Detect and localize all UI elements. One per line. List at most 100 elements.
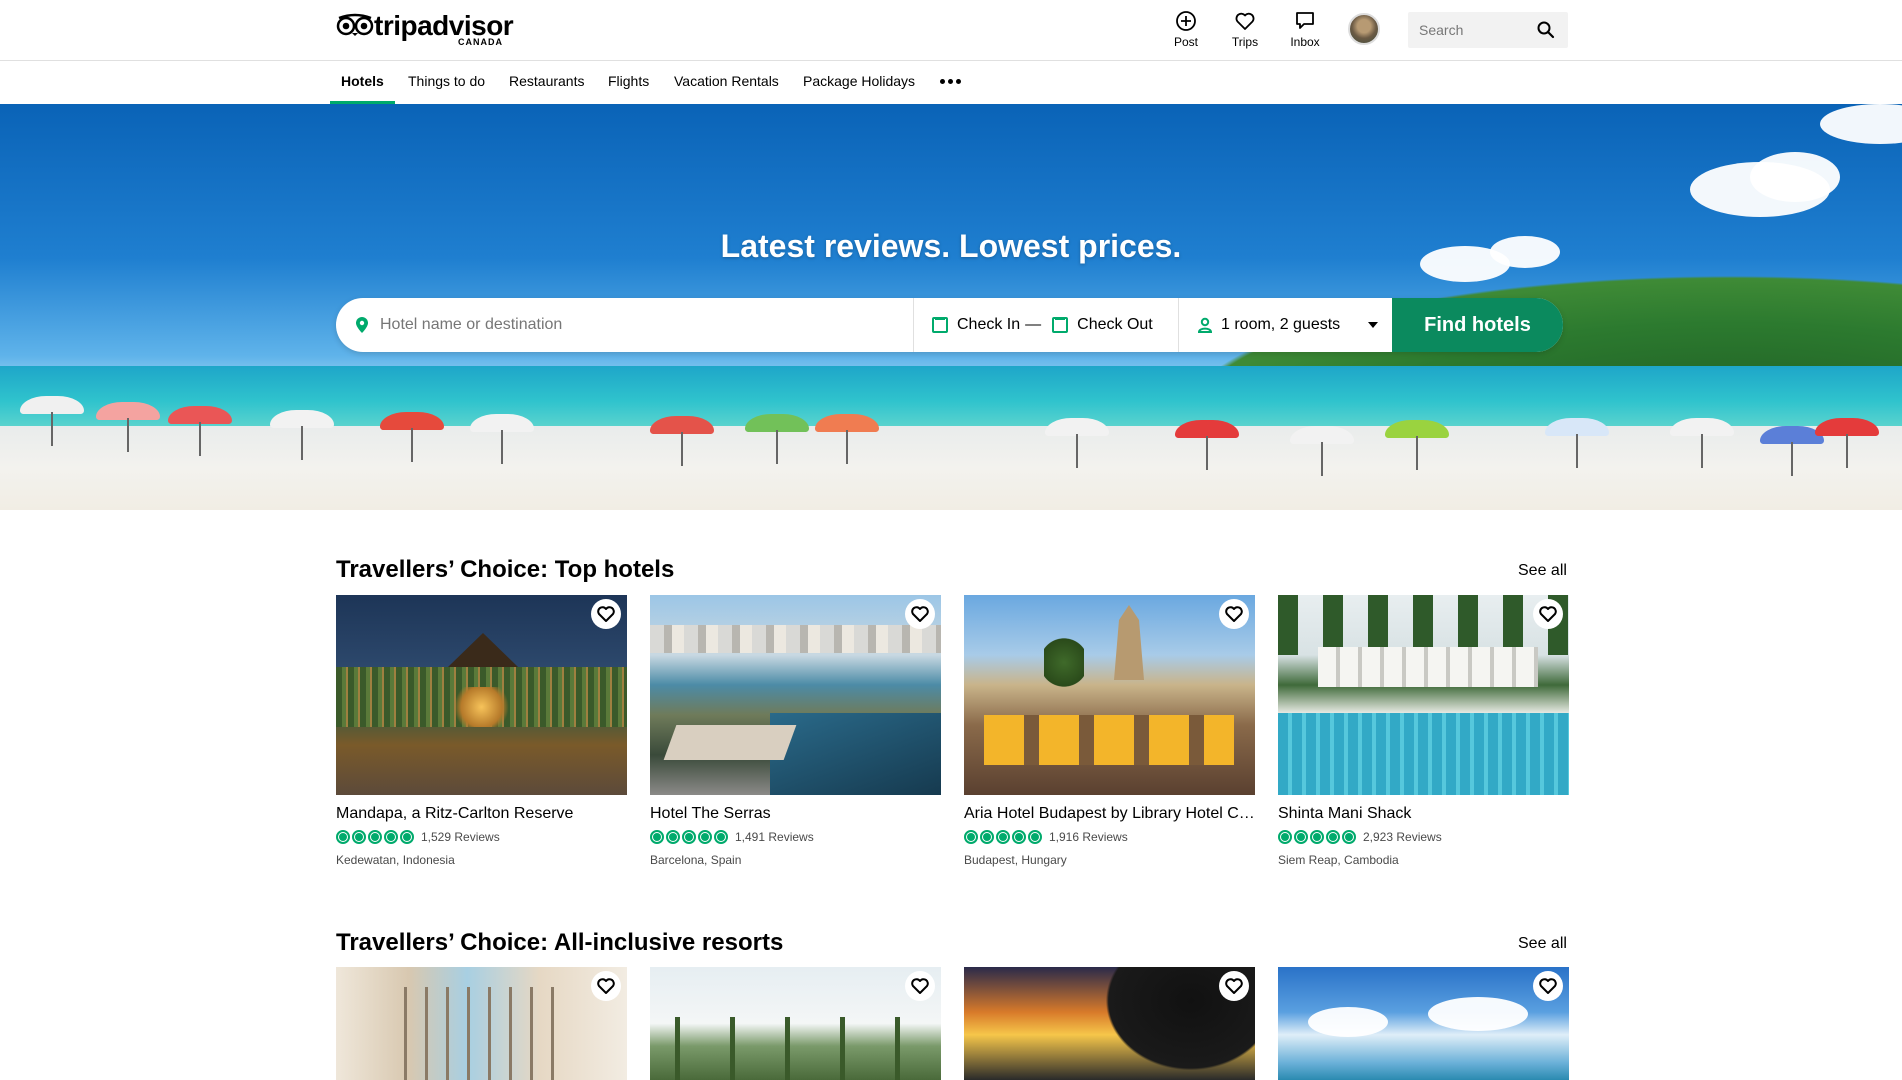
destination-input[interactable]: Hotel name or destination [380,316,562,334]
hotel-photo[interactable] [1278,595,1569,795]
entrance-light-decoration [454,687,509,727]
chevron-down-icon [1368,322,1378,328]
hotel-name[interactable]: Shinta Mani Shack [1278,805,1569,823]
heart-icon [597,606,615,622]
umbrella-decoration [380,412,444,462]
user-avatar[interactable] [1348,13,1380,45]
hotel-location: Kedewatan, Indonesia [336,853,455,867]
resort-card[interactable] [1278,967,1569,1080]
umbrella-decoration [815,414,879,464]
nav-restaurants[interactable]: Restaurants [509,61,584,104]
heart-icon [911,606,929,622]
hotel-name[interactable]: Hotel The Serras [650,805,941,823]
see-all-resorts-link[interactable]: See all [1518,935,1567,953]
hotel-name[interactable]: Aria Hotel Budapest by Library Hotel Col… [964,805,1255,823]
nav-hotels[interactable]: Hotels [330,61,395,104]
umbrella-decoration [745,414,809,464]
search-icon[interactable] [1536,20,1556,40]
hotel-card[interactable]: Mandapa, a Ritz-Carlton Reserve 1,529 Re… [336,595,627,867]
category-nav: Hotels Things to do Restaurants Flights … [0,61,1902,104]
find-hotels-button[interactable]: Find hotels [1392,298,1563,352]
umbrella-decoration [650,416,714,466]
calendar-icon [932,317,948,333]
palm-trees-decoration [650,1017,941,1080]
hotel-photo[interactable] [650,595,941,795]
guests-selector[interactable]: 1 room, 2 guests [1179,298,1392,352]
umbrella-decoration [270,410,334,460]
umbrella-decoration [1175,420,1239,470]
cathedral-decoration [1114,605,1144,680]
search-input[interactable]: Search [1419,22,1536,38]
rating-bubble-icon [384,830,398,844]
umbrella-decoration [1045,418,1109,468]
nav-flights-label: Flights [608,73,650,89]
inbox-button[interactable]: Inbox [1280,10,1330,49]
resort-card[interactable] [650,967,941,1080]
resort-card[interactable] [336,967,627,1080]
save-heart-button[interactable] [591,599,621,629]
header-search-box[interactable]: Search [1408,12,1568,48]
heart-icon [1539,606,1557,622]
hotel-card[interactable]: Hotel The Serras 1,491 Reviews Barcelona… [650,595,941,867]
rating-bubble-icon [996,830,1010,844]
harbour-buildings-decoration [650,625,941,653]
heart-icon [1235,12,1255,30]
review-count[interactable]: 1,491 Reviews [735,830,814,844]
destination-field[interactable]: Hotel name or destination [336,298,914,352]
resort-photo[interactable] [964,967,1255,1080]
umbrella-decoration [1760,426,1824,476]
resort-photo[interactable] [650,967,941,1080]
see-all-top-hotels-link[interactable]: See all [1518,562,1567,580]
trips-button[interactable]: Trips [1220,10,1270,49]
tripadvisor-logo[interactable]: tripadvisor [336,12,514,40]
nav-package-holidays[interactable]: Package Holidays [803,61,915,104]
nav-hotels-label: Hotels [341,73,384,89]
check-in-field[interactable]: Check In — [932,316,1052,334]
review-count[interactable]: 1,529 Reviews [421,830,500,844]
nav-flights[interactable]: Flights [608,61,649,104]
check-out-label: Check Out [1077,316,1153,333]
pavilion-roof-decoration [448,633,518,667]
trips-label: Trips [1231,35,1259,49]
rating-bubble-icon [1012,830,1026,844]
save-heart-button[interactable] [905,599,935,629]
umbrella-decoration [96,402,160,452]
hotel-card[interactable]: Aria Hotel Budapest by Library Hotel Col… [964,595,1255,867]
inbox-label: Inbox [1290,35,1320,49]
plus-circle-icon [1176,11,1196,31]
review-count[interactable]: 2,923 Reviews [1363,830,1442,844]
resort-photo[interactable] [336,967,627,1080]
nav-restaurants-label: Restaurants [509,73,585,89]
nav-package-holidays-label: Package Holidays [803,73,916,89]
save-heart-button[interactable] [1219,971,1249,1001]
save-heart-button[interactable] [1219,599,1249,629]
resort-card[interactable] [964,967,1255,1080]
section-title-top-hotels: Travellers’ Choice: Top hotels [336,556,675,583]
umbrella-decoration [470,414,534,464]
guests-label: 1 room, 2 guests [1221,316,1341,333]
umbrella-decoration [1670,418,1734,468]
review-count[interactable]: 1,916 Reviews [1049,830,1128,844]
hotel-photo[interactable] [964,595,1255,795]
resort-photo[interactable] [1278,967,1569,1080]
nav-things-to-do[interactable]: Things to do [408,61,485,104]
sun-lounger-decoration [663,725,797,760]
hotel-location: Siem Reap, Cambodia [1278,853,1399,867]
save-heart-button[interactable] [1533,971,1563,1001]
terrace-plants-decoration [1044,635,1084,690]
save-heart-button[interactable] [1533,599,1563,629]
more-dots-icon[interactable] [940,79,961,84]
owl-logo-icon [336,13,374,37]
save-heart-button[interactable] [905,971,935,1001]
rating-bubble-icon [650,830,664,844]
hotel-card[interactable]: Shinta Mani Shack 2,923 Reviews Siem Rea… [1278,595,1569,867]
post-button[interactable]: Post [1161,10,1211,49]
nav-vacation-rentals[interactable]: Vacation Rentals [674,61,779,104]
logo-country: CANADA [458,37,503,47]
save-heart-button[interactable] [591,971,621,1001]
hotel-name[interactable]: Mandapa, a Ritz-Carlton Reserve [336,805,627,823]
check-out-field[interactable]: Check Out [1052,316,1153,334]
bubble-rating: 2,923 Reviews [1278,830,1569,844]
heart-icon [911,978,929,994]
hotel-photo[interactable] [336,595,627,795]
